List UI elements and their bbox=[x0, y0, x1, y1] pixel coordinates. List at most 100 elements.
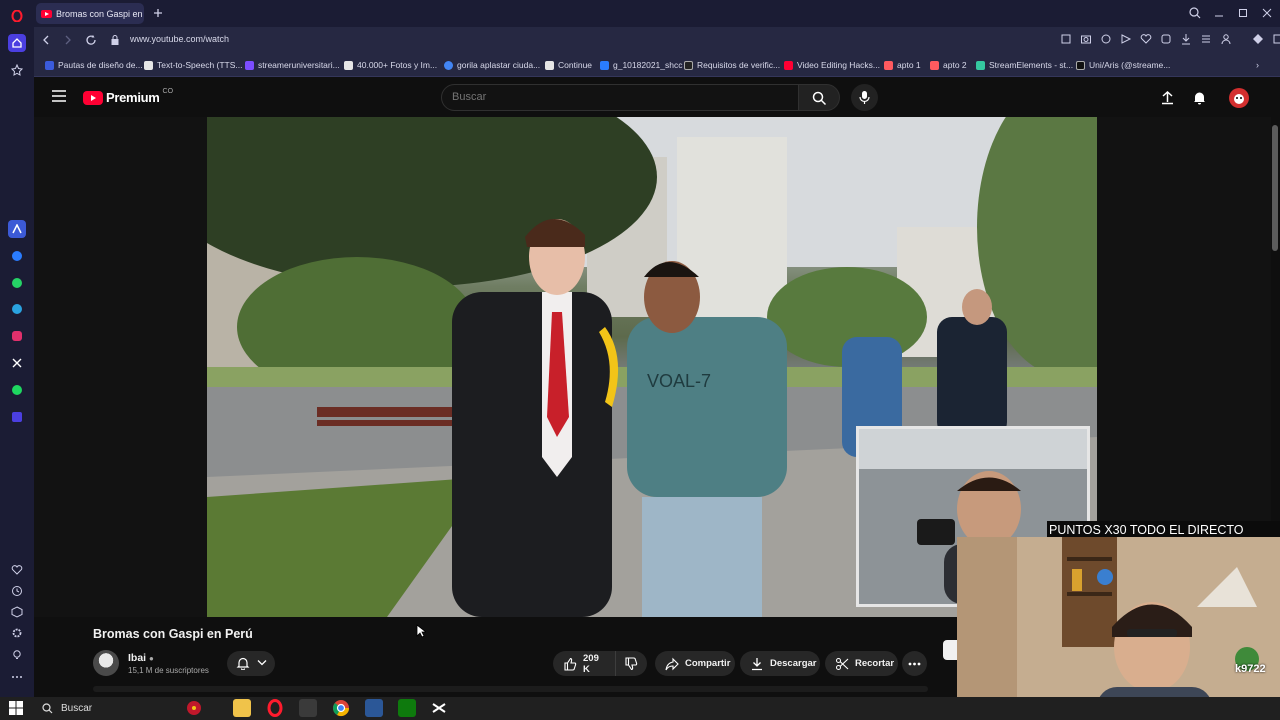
telegram-icon[interactable] bbox=[8, 300, 26, 318]
settings-icon[interactable] bbox=[8, 624, 26, 642]
bookmark-item[interactable]: Uni/Aris (@streame... bbox=[1076, 60, 1170, 70]
search-button[interactable] bbox=[798, 84, 840, 111]
poinsettia-icon bbox=[185, 699, 203, 717]
wallet-icon[interactable] bbox=[1252, 33, 1264, 47]
crypto-icon[interactable] bbox=[1272, 33, 1280, 47]
logo-text: Premium bbox=[106, 90, 160, 105]
minimize-icon[interactable] bbox=[1212, 6, 1226, 20]
bookmark-item[interactable]: Pautas de diseño de... bbox=[45, 60, 143, 70]
upload-icon[interactable] bbox=[1160, 90, 1175, 105]
streamer-webcam: k9722 bbox=[957, 537, 1280, 720]
voice-search-button[interactable] bbox=[851, 84, 878, 111]
edit-icon[interactable] bbox=[1060, 33, 1072, 47]
back-icon[interactable] bbox=[40, 33, 52, 47]
player-icon[interactable] bbox=[8, 408, 26, 426]
bookmark-item[interactable]: Requisitos de verific... bbox=[684, 60, 780, 70]
close-window-icon[interactable] bbox=[1260, 6, 1274, 20]
restore-icon[interactable] bbox=[1236, 6, 1250, 20]
search-icon bbox=[812, 91, 827, 106]
instagram-icon[interactable] bbox=[8, 327, 26, 345]
more-actions-button[interactable] bbox=[902, 651, 927, 676]
youtube-logo[interactable]: Premium CO bbox=[83, 88, 173, 105]
channel-name[interactable]: Ibai ● bbox=[128, 652, 154, 664]
file-explorer-icon[interactable] bbox=[233, 699, 251, 717]
more-icon[interactable] bbox=[8, 668, 26, 686]
snapshot-icon[interactable] bbox=[1160, 33, 1172, 47]
menu-icon[interactable] bbox=[52, 90, 66, 102]
home-icon[interactable] bbox=[8, 34, 26, 52]
download-button[interactable]: Descargar bbox=[740, 651, 820, 676]
video-title: Bromas con Gaspi en Perú bbox=[93, 627, 253, 641]
bookmarks-overflow-icon[interactable]: › bbox=[1256, 60, 1259, 70]
clip-button[interactable]: Recortar bbox=[825, 651, 898, 676]
app-icon[interactable] bbox=[299, 699, 317, 717]
whatsapp-icon[interactable] bbox=[8, 274, 26, 292]
reload-icon[interactable] bbox=[84, 33, 98, 47]
extensions-icon[interactable] bbox=[8, 603, 26, 621]
download-icon[interactable] bbox=[1180, 33, 1192, 47]
account-avatar[interactable] bbox=[1229, 88, 1249, 108]
opera-taskbar-icon[interactable] bbox=[266, 699, 284, 717]
bookmark-item[interactable]: Video Editing Hacks... bbox=[784, 60, 880, 70]
scrollbar-thumb[interactable] bbox=[1272, 125, 1278, 251]
easy-setup-icon[interactable] bbox=[1200, 33, 1212, 47]
search-input[interactable] bbox=[452, 91, 782, 103]
speed-dial-icon[interactable] bbox=[8, 61, 26, 79]
capcut-icon[interactable] bbox=[430, 699, 448, 717]
tab-strip bbox=[34, 0, 1280, 27]
download-label: Descargar bbox=[770, 658, 817, 669]
bookmark-item[interactable]: apto 2 bbox=[930, 60, 967, 70]
bookmark-item[interactable]: gorila aplastar ciuda... bbox=[444, 60, 540, 70]
share-label: Compartir bbox=[685, 658, 731, 669]
xbox-icon[interactable] bbox=[398, 699, 416, 717]
notifications-icon[interactable] bbox=[1192, 90, 1207, 105]
more-horizontal-icon bbox=[908, 662, 921, 666]
scissors-icon bbox=[835, 657, 849, 671]
history-icon[interactable] bbox=[8, 582, 26, 600]
bookmark-item[interactable]: StreamElements - st... bbox=[976, 60, 1073, 70]
side-panel-tab[interactable] bbox=[943, 640, 957, 660]
opera-logo-icon[interactable] bbox=[8, 7, 26, 25]
bookmark-heart-icon[interactable] bbox=[1140, 33, 1152, 47]
url-field[interactable]: www.youtube.com/watch bbox=[130, 34, 229, 44]
chevron-down-icon bbox=[257, 659, 267, 667]
chrome-icon[interactable] bbox=[332, 699, 350, 717]
send-icon[interactable] bbox=[1120, 33, 1132, 47]
bookmark-item[interactable]: apto 1 bbox=[884, 60, 921, 70]
windows-start-icon[interactable] bbox=[9, 701, 23, 715]
x-twitter-icon[interactable] bbox=[8, 354, 26, 372]
share-icon bbox=[665, 657, 679, 671]
channel-name-text: Ibai bbox=[128, 652, 147, 664]
search-tabs-icon[interactable] bbox=[1188, 6, 1202, 20]
messenger-icon[interactable] bbox=[8, 247, 26, 265]
channel-avatar[interactable] bbox=[93, 650, 119, 676]
spotify-icon[interactable] bbox=[8, 381, 26, 399]
tab-active[interactable]: Bromas con Gaspi en bbox=[36, 3, 144, 24]
thumbs-down-icon bbox=[624, 656, 638, 671]
bookmark-item[interactable]: Text-to-Speech (TTS... bbox=[144, 60, 243, 70]
share-button[interactable]: Compartir bbox=[655, 651, 735, 676]
like-button[interactable]: 209 K bbox=[553, 651, 615, 676]
clip-label: Recortar bbox=[855, 658, 895, 669]
bookmark-item[interactable]: streameruniversitari... bbox=[245, 60, 340, 70]
heart-icon[interactable] bbox=[8, 561, 26, 579]
tips-icon[interactable] bbox=[8, 646, 26, 664]
aria-icon[interactable] bbox=[8, 220, 26, 238]
bookmark-item[interactable]: g_10182021_shcc bbox=[600, 60, 682, 70]
lock-icon bbox=[110, 34, 120, 46]
window-app-icon[interactable] bbox=[365, 699, 383, 717]
bookmark-item[interactable]: 40.000+ Fotos y Im... bbox=[344, 60, 437, 70]
bookmark-item[interactable]: Continue bbox=[545, 60, 592, 70]
mouse-cursor bbox=[416, 624, 426, 638]
forward-icon[interactable] bbox=[62, 33, 74, 47]
subscription-bell-button[interactable] bbox=[227, 651, 275, 676]
new-tab-icon[interactable] bbox=[150, 5, 166, 21]
bell-icon bbox=[236, 656, 250, 670]
microphone-icon bbox=[859, 90, 870, 105]
verified-icon: ● bbox=[149, 654, 154, 663]
dislike-button[interactable] bbox=[615, 651, 647, 676]
description-box-edge bbox=[93, 686, 928, 692]
profile-icon[interactable] bbox=[1220, 33, 1232, 47]
camera-icon[interactable] bbox=[1080, 33, 1092, 47]
vpn-icon[interactable] bbox=[1100, 33, 1112, 47]
